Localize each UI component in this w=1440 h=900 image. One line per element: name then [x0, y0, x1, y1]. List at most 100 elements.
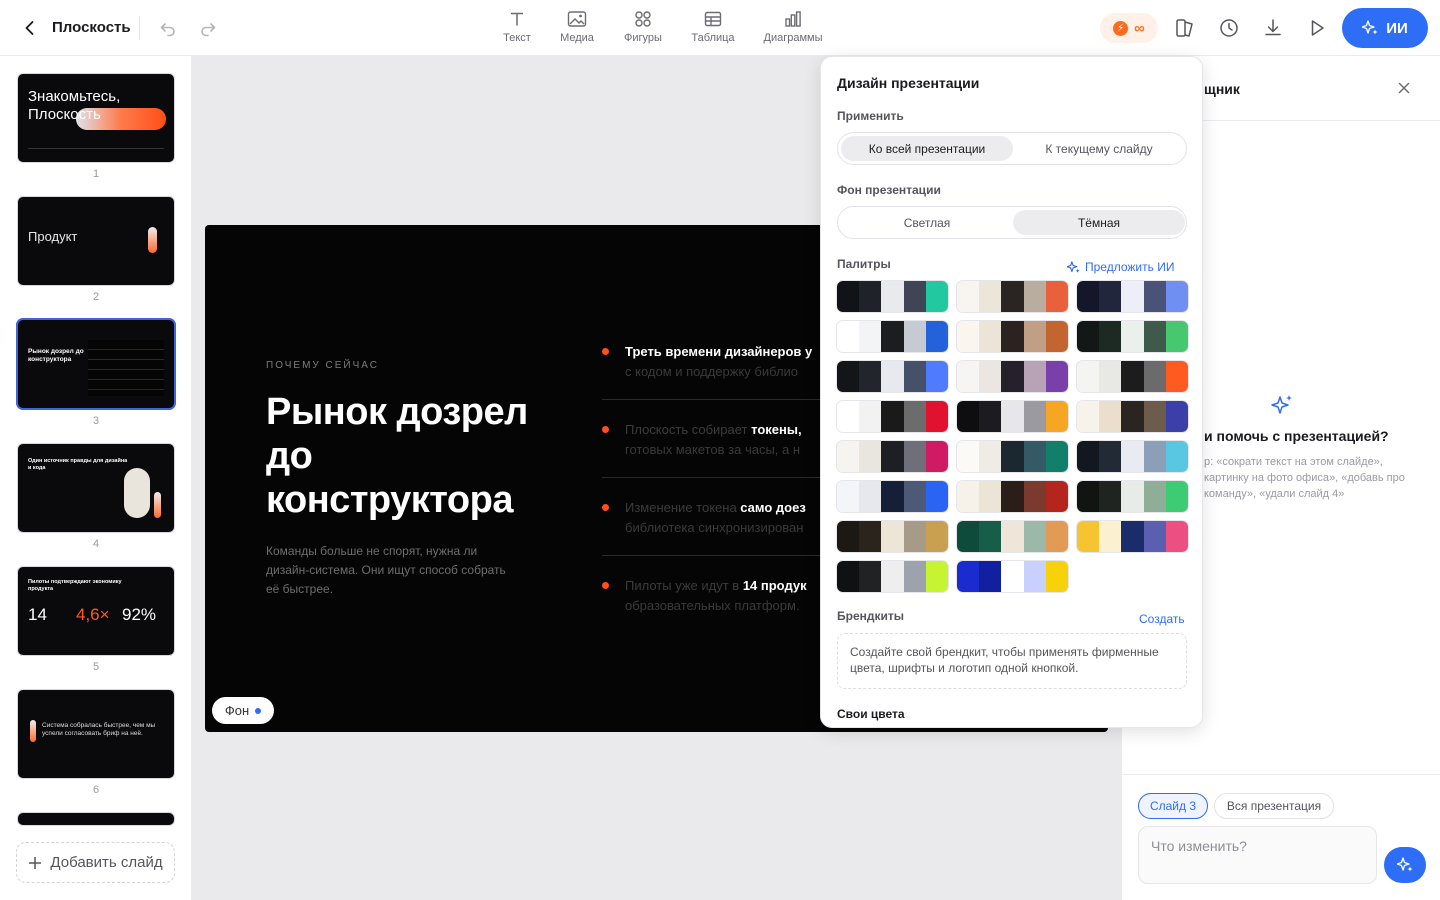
bullet-line2: библиотека синхронизирован	[625, 520, 804, 535]
tool-shapes[interactable]: Фигуры	[603, 8, 683, 44]
theme-icon[interactable]	[1173, 16, 1197, 40]
back-arrow-icon[interactable]	[20, 18, 40, 38]
palette-swatch[interactable]	[957, 561, 1068, 592]
assistant-hint: р: «сократи текст на этом слайде», карти…	[1204, 456, 1405, 500]
palette-swatch[interactable]	[1077, 401, 1188, 432]
assistant-prompt-input[interactable]: Что изменить?	[1138, 826, 1377, 884]
palette-color	[925, 561, 948, 592]
palette-color	[903, 441, 926, 472]
palette-color	[1001, 561, 1024, 592]
undo-icon[interactable]	[158, 18, 178, 38]
close-icon[interactable]	[1396, 80, 1412, 96]
bullet-text: Пилоты уже идут в 14 продук	[625, 576, 807, 596]
slide-thumbnail-7[interactable]	[18, 813, 174, 825]
thumb2-title: Продукт	[28, 229, 78, 244]
palette-color	[859, 361, 882, 392]
download-icon[interactable]	[1261, 16, 1285, 40]
add-slide-button[interactable]: Добавить слайд	[16, 842, 175, 883]
palette-swatch[interactable]	[1077, 521, 1188, 552]
ai-button[interactable]: ИИ	[1342, 8, 1428, 48]
bg-light-option[interactable]: Светлая	[841, 210, 1013, 235]
palette-swatch[interactable]	[1077, 441, 1188, 472]
palette-color	[957, 481, 980, 512]
palette-color	[1121, 481, 1144, 512]
slide-thumbnail-2[interactable]: Продукт	[18, 197, 174, 285]
palette-color	[1121, 441, 1144, 472]
scope-chip-all[interactable]: Вся презентация	[1214, 793, 1334, 819]
palette-color	[881, 561, 904, 592]
apply-all-option[interactable]: Ко всей презентации	[841, 136, 1013, 161]
slide-thumbnail-1[interactable]: Знакомьтесь, Плоскость	[18, 74, 174, 162]
tool-table-label: Таблица	[691, 32, 735, 44]
send-button[interactable]	[1384, 847, 1426, 883]
slide-thumbnail-3[interactable]: Рынок дозрел до конструктора	[18, 320, 174, 408]
palette-swatch[interactable]	[837, 281, 948, 312]
sparkle-icon	[1397, 857, 1413, 872]
palette-swatch[interactable]	[957, 401, 1068, 432]
palette-swatch[interactable]	[1077, 361, 1188, 392]
palette-color	[1099, 441, 1122, 472]
play-icon[interactable]	[1305, 16, 1329, 40]
scope-chip-slide[interactable]: Слайд 3	[1138, 793, 1208, 819]
palette-color	[1023, 321, 1046, 352]
palette-swatch[interactable]	[837, 481, 948, 512]
palette-swatch[interactable]	[837, 521, 948, 552]
slide-thumbnail-4[interactable]: Один источник правды для дизайна и кода	[18, 444, 174, 532]
tool-table[interactable]: Таблица	[673, 8, 753, 44]
palette-swatch[interactable]	[957, 281, 1068, 312]
palette-swatch[interactable]	[957, 521, 1068, 552]
palette-swatch[interactable]	[1077, 481, 1188, 512]
palette-color	[979, 481, 1002, 512]
slide-lead[interactable]: Команды больше не спорят, нужна ли дизай…	[266, 542, 516, 599]
palette-swatch[interactable]	[957, 361, 1068, 392]
palette-swatch[interactable]	[957, 441, 1068, 472]
palette-color	[859, 321, 882, 352]
slide-title[interactable]: Рынок дозрел до конструктора	[266, 390, 556, 522]
slide-thumbnail-5[interactable]: Пилоты подтверждают экономику продукта 1…	[18, 567, 174, 655]
palette-color	[979, 361, 1002, 392]
tool-charts[interactable]: Диаграммы	[753, 8, 833, 44]
palette-color	[1023, 441, 1046, 472]
suggest-ai-button[interactable]: Предложить ИИ	[1067, 260, 1174, 274]
create-brandkit-link[interactable]: Создать	[1139, 612, 1185, 626]
palette-swatch[interactable]	[1077, 281, 1188, 312]
palette-color	[925, 401, 948, 432]
palette-swatch[interactable]	[957, 481, 1068, 512]
slide-number: 6	[92, 784, 100, 796]
background-segmented-control: Светлая Тёмная	[837, 206, 1187, 239]
slide-eyebrow[interactable]: ПОЧЕМУ СЕЙЧАС	[266, 360, 379, 371]
credits-badge[interactable]: ⚡ ∞	[1100, 13, 1158, 43]
palette-color	[957, 521, 980, 552]
shapes-icon	[635, 11, 651, 27]
palette-swatch[interactable]	[837, 561, 948, 592]
slide-thumbnail-6[interactable]: Система собралась быстрее, чем мы успели…	[18, 690, 174, 778]
palette-color	[1143, 521, 1166, 552]
palette-color	[1077, 441, 1100, 472]
palette-color	[1121, 281, 1144, 312]
palette-color	[1023, 361, 1046, 392]
palette-color	[859, 401, 882, 432]
palette-swatch[interactable]	[837, 441, 948, 472]
palette-color	[1001, 281, 1024, 312]
apply-current-option[interactable]: К текущему слайду	[1013, 136, 1185, 161]
palette-swatch[interactable]	[837, 321, 948, 352]
palette-color	[957, 401, 980, 432]
palette-swatch[interactable]	[957, 321, 1068, 352]
palette-color	[837, 321, 860, 352]
palette-color	[859, 281, 882, 312]
panel-title: Дизайн презентации	[837, 75, 980, 91]
palette-swatch[interactable]	[1077, 321, 1188, 352]
history-icon[interactable]	[1217, 16, 1241, 40]
background-button[interactable]: Фон	[212, 697, 274, 724]
bg-dark-option[interactable]: Тёмная	[1013, 210, 1185, 235]
plus-icon	[29, 856, 42, 869]
palette-swatch[interactable]	[837, 361, 948, 392]
document-title[interactable]: Плоскость	[52, 19, 131, 36]
bullet-bold: Треть времени дизайнеров у	[625, 344, 813, 359]
palette-color	[1001, 401, 1024, 432]
redo-icon[interactable]	[198, 18, 218, 38]
palette-color	[1165, 401, 1188, 432]
bullet-pre: Пилоты уже идут в	[625, 578, 743, 593]
palette-swatch[interactable]	[837, 401, 948, 432]
palette-color	[881, 321, 904, 352]
